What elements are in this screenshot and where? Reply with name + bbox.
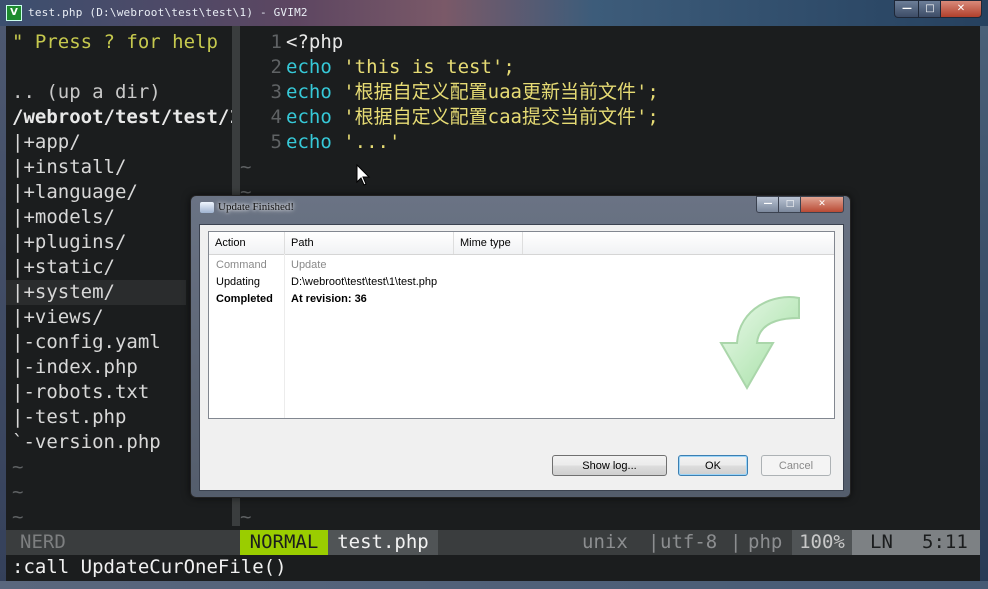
dialog-minimize-button[interactable]: — <box>756 196 780 213</box>
window-titlebar: V test.php (D:\webroot\test\test\1) - GV… <box>0 0 988 26</box>
status-cursor-position: 5:11 <box>922 531 968 553</box>
code-line-1[interactable]: 1 <?php <box>240 30 344 55</box>
command-text: :call UpdateCurOneFile() <box>12 556 287 578</box>
tree-item-install[interactable]: |+install/ <box>12 155 126 180</box>
tree-item-static[interactable]: |+static/ <box>12 255 115 280</box>
tree-item-models[interactable]: |+models/ <box>12 205 115 230</box>
row-action[interactable]: Updating <box>216 274 260 291</box>
status-ln-label: LN <box>870 531 893 553</box>
cancel-button[interactable]: Cancel <box>761 455 831 476</box>
code-string: '根据自定义配置caa提交当前文件'; <box>343 106 659 128</box>
nerdtree-help: " Press ? for help <box>12 31 218 53</box>
window-frame-bottom <box>0 581 988 589</box>
code-keyword: echo <box>286 56 332 78</box>
row-path[interactable]: Update <box>291 257 326 274</box>
code-string: 'this is test'; <box>343 56 515 78</box>
tortoise-icon <box>200 202 214 213</box>
empty-line-marker: ~ <box>240 156 252 178</box>
tree-item-language[interactable]: |+language/ <box>12 180 138 205</box>
status-nerd: NERD <box>6 530 240 555</box>
line-number: 2 <box>270 56 282 78</box>
code-keyword: echo <box>286 81 332 103</box>
column-divider <box>284 254 285 418</box>
code-text: <?php <box>286 31 344 53</box>
tree-item-app[interactable]: |+app/ <box>12 130 81 155</box>
code-line-5[interactable]: 5 echo '...' <box>240 130 401 155</box>
nerdtree-empty-line: ~ <box>12 481 24 503</box>
line-number: 4 <box>270 106 282 128</box>
code-line-4[interactable]: 4 echo '根据自定义配置caa提交当前文件'; <box>240 105 659 130</box>
tree-item-index-php[interactable]: |-index.php <box>12 355 138 380</box>
close-button[interactable]: ✕ <box>940 0 982 18</box>
update-finished-dialog[interactable]: Update Finished! — □ ✕ Action Path Mime … <box>190 195 851 498</box>
code-line-2[interactable]: 2 echo 'this is test'; <box>240 55 515 80</box>
tree-item-version-php[interactable]: `-version.php <box>12 430 161 455</box>
window-frame-right <box>980 26 988 589</box>
nerdtree-root-path[interactable]: /webroot/test/test/1/ <box>12 105 232 130</box>
show-log-button[interactable]: Show log... <box>552 455 667 476</box>
line-number: 3 <box>270 81 282 103</box>
status-mode: NORMAL <box>240 530 328 555</box>
code-keyword: echo <box>286 131 332 153</box>
tree-item-robots-txt[interactable]: |-robots.txt <box>12 380 149 405</box>
status-divider: | <box>730 531 742 553</box>
status-fileformat: unix <box>582 531 628 553</box>
nerdtree-empty-line: ~ <box>12 456 24 478</box>
row-path[interactable]: D:\webroot\test\test\1\test.php <box>291 274 437 291</box>
window-title: test.php (D:\webroot\test\test\1) - GVIM… <box>28 6 308 19</box>
ok-button[interactable]: OK <box>678 455 748 476</box>
vim-icon: V <box>6 5 22 21</box>
update-results-list[interactable]: Action Path Mime type Command Update Upd… <box>208 231 835 419</box>
column-header-action[interactable]: Action <box>209 232 285 254</box>
tree-item-views[interactable]: |+views/ <box>12 305 104 330</box>
maximize-button[interactable]: □ <box>918 0 942 18</box>
status-encoding: utf-8 <box>660 531 718 553</box>
tree-item-config-yaml[interactable]: |-config.yaml <box>12 330 161 355</box>
tree-item-test-php[interactable]: |-test.php <box>12 405 126 430</box>
status-fileinfo: unix | utf-8 | php <box>438 530 792 555</box>
line-number: 5 <box>270 131 282 153</box>
code-string: '根据自定义配置uaa更新当前文件'; <box>343 81 659 103</box>
status-percent: 100% <box>792 530 852 555</box>
minimize-button[interactable]: — <box>894 0 920 18</box>
green-update-arrow-icon <box>719 296 800 390</box>
empty-line-marker: ~ <box>240 506 252 528</box>
column-header-path[interactable]: Path <box>285 232 454 254</box>
status-divider: | <box>648 531 660 553</box>
dialog-maximize-button[interactable]: □ <box>778 196 802 213</box>
code-string: '...' <box>343 131 401 153</box>
status-filetype: php <box>748 531 783 553</box>
list-header: Action Path Mime type <box>209 232 834 255</box>
dialog-title: Update Finished! <box>218 201 295 213</box>
nerdtree-empty-line: ~ <box>12 506 24 528</box>
command-line[interactable]: :call UpdateCurOneFile() <box>6 555 980 580</box>
code-keyword: echo <box>286 106 332 128</box>
row-action[interactable]: Completed <box>216 291 273 308</box>
row-path[interactable]: At revision: 36 <box>291 291 367 308</box>
column-header-mime-type[interactable]: Mime type <box>454 232 523 254</box>
status-position: LN 5:11 <box>852 530 980 555</box>
dialog-body: Action Path Mime type Command Update Upd… <box>199 224 844 491</box>
tree-item-plugins[interactable]: |+plugins/ <box>12 230 126 255</box>
row-action[interactable]: Command <box>216 257 267 274</box>
status-filename: test.php <box>328 530 438 555</box>
line-number: 1 <box>270 31 282 53</box>
mouse-pointer-icon <box>356 164 371 186</box>
dialog-close-button[interactable]: ✕ <box>800 196 844 213</box>
status-nerd-label: NERD <box>20 531 66 553</box>
nerdtree-up-dir[interactable]: .. (up a dir) <box>12 80 161 105</box>
tree-item-system[interactable]: |+system/ <box>12 280 115 305</box>
code-line-3[interactable]: 3 echo '根据自定义配置uaa更新当前文件'; <box>240 80 659 105</box>
